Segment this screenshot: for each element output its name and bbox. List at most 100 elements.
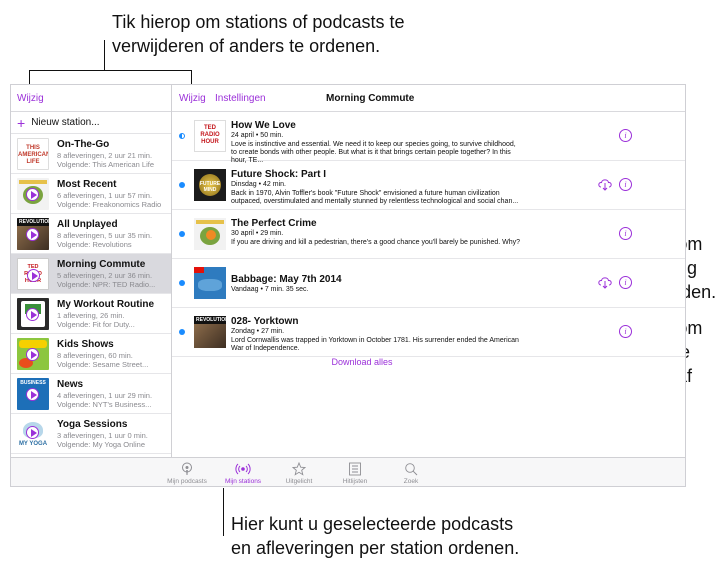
episode-meta: 30 april • 29 min. [231, 230, 284, 237]
tab-my-podcasts[interactable]: Mijn podcasts [157, 462, 217, 485]
episode-meta: Vandaag • 7 min. 35 sec. [231, 286, 309, 293]
episode-row-perfect-crime[interactable]: The Perfect Crime 30 april • 29 min. If … [172, 210, 685, 259]
tab-label: Mijn podcasts [167, 478, 207, 485]
unplayed-dot [179, 182, 185, 188]
station-next: Volgende: NPR: TED Radio... [57, 279, 156, 289]
info-icon[interactable]: i [619, 178, 632, 191]
episode-row-future-shock[interactable]: FUTURE MIND Future Shock: Part I Dinsdag… [172, 161, 685, 210]
revolutions-art: REVOLUTIONS [194, 316, 226, 348]
info-icon[interactable]: i [619, 276, 632, 289]
cloud-download-icon[interactable] [597, 177, 613, 191]
freakonomics-art [194, 218, 226, 250]
new-station-button[interactable]: + Nieuw station... [11, 112, 171, 134]
this-american-life-art-text: THIS AMERICAN LIFE [18, 144, 49, 165]
station-all-unplayed[interactable]: REVOLUTIONS All Unplayed 8 afleveringen,… [11, 214, 171, 254]
tab-top-charts[interactable]: Hitlijsten [325, 462, 385, 485]
episode-description: Back in 1970, Alvin Toffler's book "Futu… [231, 190, 519, 205]
new-station-label: Nieuw station... [31, 117, 100, 128]
revolutions-art-text: REVOLUTIONS [17, 217, 49, 226]
future-mind-art-text: FUTURE MIND [199, 181, 221, 193]
tab-bar: Mijn podcasts Mijn stations Uitgelicht H… [11, 457, 685, 486]
station-count: 3 afleveringen, 1 uur 0 min. [57, 430, 148, 440]
station-count: 6 afleveringen, 1 uur 57 min. [57, 190, 153, 200]
episode-title: 028- Yorktown [231, 316, 299, 327]
podcasts-app-window: Wijzig + Nieuw station... THIS AMERICAN … [10, 84, 686, 487]
station-next: Volgende: My Yoga Online [57, 439, 145, 449]
tab-search[interactable]: Zoek [381, 462, 441, 485]
episode-row-yorktown[interactable]: REVOLUTIONS 028- Yorktown Zondag • 27 mi… [172, 308, 685, 357]
ted-art-text: TED RADIO HOUR [200, 125, 220, 145]
callout-stations-text: Hier kunt u geselecteerde podcasts en af… [231, 512, 519, 560]
episode-row-babbage[interactable]: Babbage: May 7th 2014 Vandaag • 7 min. 3… [172, 259, 685, 308]
station-news[interactable]: BUSINESS News 4 afleveringen, 1 uur 29 m… [11, 374, 171, 414]
freakonomics-art [17, 177, 49, 210]
revolutions-art: REVOLUTIONS [17, 217, 49, 250]
unplayed-dot [179, 231, 185, 237]
station-count: 8 afleveringen, 60 min. [57, 350, 133, 360]
this-american-life-art: THIS AMERICAN LIFE [17, 137, 49, 170]
info-icon[interactable]: i [619, 325, 632, 338]
revolutions-art-text: REVOLUTIONS [194, 316, 226, 324]
settings-button[interactable]: Instellingen [215, 93, 266, 104]
station-next: Volgende: Fit for Duty... [57, 319, 135, 329]
callout-edit-line1: Tik hierop om stations of podcasts te [112, 12, 405, 32]
episode-description: Lord Cornwallis was trapped in Yorktown … [231, 337, 519, 352]
callout-edit-line2: verwijderen of anders te ordenen. [112, 36, 381, 56]
station-yoga-sessions[interactable]: MY YOGA Yoga Sessions 3 afleveringen, 1 … [11, 414, 171, 454]
episode-description: If you are driving and kill a pedestrian… [231, 239, 521, 246]
unplayed-dot [179, 329, 185, 335]
my-yoga-art: MY YOGA [17, 417, 49, 450]
episode-meta: 24 april • 50 min. [231, 132, 284, 139]
station-count: 8 afleveringen, 2 uur 21 min. [57, 150, 153, 160]
callout-edit-text: Tik hierop om stations of podcasts te ve… [112, 10, 404, 58]
callout-stations-line1: Hier kunt u geselecteerde podcasts [231, 514, 514, 534]
info-icon[interactable]: i [619, 129, 632, 142]
station-next: Volgende: NYT's Business... [57, 399, 152, 409]
future-mind-art: FUTURE MIND [194, 169, 226, 201]
station-title: News [57, 378, 84, 390]
ted-radio-hour-art: TED RADIO HOUR [194, 120, 226, 152]
sidebar-edit-button[interactable]: Wijzig [17, 93, 44, 104]
station-icon [235, 463, 251, 475]
station-next: Volgende: Sesame Street... [57, 359, 149, 369]
station-title-heading: Morning Commute [326, 93, 415, 104]
episode-row-how-we-love[interactable]: TED RADIO HOUR How We Love 24 april • 50… [172, 112, 685, 164]
station-on-the-go[interactable]: THIS AMERICAN LIFE On-The-Go 8 afleverin… [11, 134, 171, 174]
tab-my-stations[interactable]: Mijn stations [213, 462, 273, 485]
download-all-button[interactable]: Download alles [172, 357, 552, 367]
station-title: Most Recent [57, 178, 117, 190]
station-detail: Wijzig Instellingen Morning Commute TED … [172, 85, 685, 457]
search-icon [405, 463, 418, 476]
station-my-workout-routine[interactable]: My Workout Routine 1 aflevering, 26 min.… [11, 294, 171, 334]
detail-header: Wijzig Instellingen Morning Commute [172, 85, 685, 112]
callout-stations-line [223, 488, 224, 536]
station-morning-commute[interactable]: TED RADIO HOUR Morning Commute 5 aflever… [11, 254, 171, 294]
tab-featured[interactable]: Uitgelicht [269, 462, 329, 485]
station-kids-shows[interactable]: Kids Shows 8 afleveringen, 60 min. Volge… [11, 334, 171, 374]
tab-label: Uitgelicht [285, 478, 313, 485]
partially-played-indicator [179, 133, 185, 139]
episode-title: How We Love [231, 120, 296, 131]
sesame-art [17, 337, 49, 370]
cloud-download-icon[interactable] [597, 275, 613, 289]
station-next: Volgende: This American Life [57, 159, 155, 169]
episode-title: Future Shock: Part I [231, 169, 327, 180]
tab-label: Mijn stations [224, 478, 262, 485]
workout-art [17, 297, 49, 330]
unplayed-dot [179, 280, 185, 286]
detail-edit-button[interactable]: Wijzig [179, 93, 206, 104]
station-title: Morning Commute [57, 258, 146, 270]
station-count: 5 afleveringen, 2 uur 36 min. [57, 270, 153, 280]
plus-icon: + [17, 114, 26, 131]
economist-babbage-art [194, 267, 226, 299]
station-count: 4 afleveringen, 1 uur 29 min. [57, 390, 153, 400]
station-title: Yoga Sessions [57, 418, 128, 430]
stations-sidebar: Wijzig + Nieuw station... THIS AMERICAN … [11, 85, 172, 457]
sidebar-header: Wijzig [11, 85, 171, 112]
station-most-recent[interactable]: Most Recent 6 afleveringen, 1 uur 57 min… [11, 174, 171, 214]
station-next: Volgende: Freakonomics Radio [57, 199, 162, 209]
station-title: My Workout Routine [57, 298, 155, 310]
my-yoga-art-text: MY YOGA [18, 440, 48, 447]
business-art: BUSINESS [17, 377, 49, 410]
info-icon[interactable]: i [619, 227, 632, 240]
